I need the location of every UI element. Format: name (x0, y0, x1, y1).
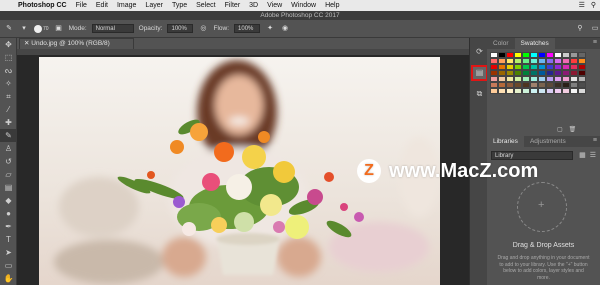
watermark-text: www.MacZ.com (389, 159, 539, 182)
eyedropper-tool-icon[interactable]: ⁄ (0, 103, 17, 116)
path-selection-tool-icon[interactable]: ➤ (0, 246, 17, 259)
brush-size-label: 70 (43, 25, 49, 32)
swatch[interactable] (570, 88, 578, 94)
quick-select-tool-icon[interactable]: ✧ (0, 77, 17, 90)
menu-file[interactable]: File (76, 2, 87, 9)
brush-tool-icon[interactable]: ✎ (4, 24, 14, 34)
menu-select[interactable]: Select (196, 2, 215, 9)
new-swatch-icon[interactable]: ▢ (557, 126, 563, 133)
swatches-panel-tabs: Color Swatches (487, 38, 600, 49)
workspace-icon[interactable]: ▭ (590, 24, 600, 34)
panel-menu-icon[interactable]: ≡ (593, 39, 597, 46)
grid-view-icon[interactable]: ▦ (579, 151, 586, 159)
brush-preset-picker[interactable]: 70 (34, 24, 49, 33)
swatch[interactable] (554, 88, 562, 94)
menu-filter[interactable]: Filter (225, 2, 241, 9)
swatch[interactable] (538, 88, 546, 94)
tab-libraries[interactable]: Libraries (487, 136, 524, 147)
menu-app[interactable]: Photoshop CC (18, 2, 67, 9)
brush-tool-icon[interactable]: ✎ (0, 129, 17, 142)
swatch[interactable] (490, 88, 498, 94)
menu-layer[interactable]: Layer (145, 2, 163, 9)
history-panel-icon[interactable]: ⟳ (473, 46, 486, 58)
type-tool-icon[interactable]: T (0, 233, 17, 246)
swatch[interactable] (530, 88, 538, 94)
menu-3d[interactable]: 3D (249, 2, 258, 9)
menubar-status: ☰ ⚲ (579, 1, 596, 9)
swatch[interactable] (546, 88, 554, 94)
drop-zone-description: Drag and drop anything in your document … (497, 255, 590, 281)
swatch[interactable] (578, 88, 586, 94)
hand-tool-icon[interactable]: ✋ (0, 272, 17, 285)
swatch[interactable] (498, 88, 506, 94)
menu-help[interactable]: Help (325, 2, 339, 9)
menu-extra-icon[interactable]: ☰ (579, 1, 585, 9)
mode-select[interactable]: Normal (91, 24, 134, 33)
swatch[interactable] (522, 88, 530, 94)
search-icon[interactable]: ⚲ (575, 24, 585, 34)
brush-settings-icon[interactable]: ▣ (54, 24, 64, 34)
options-bar: ✎ ▾ 70 ▣ Mode: Normal Opacity: 100% ◎ Fl… (0, 20, 600, 38)
brush-preview-icon (34, 24, 42, 33)
shape-tool-icon[interactable]: ▭ (0, 259, 17, 272)
tab-adjustments[interactable]: Adjustments (524, 136, 572, 147)
history-brush-tool-icon[interactable]: ↺ (0, 155, 17, 168)
watermark: Z www.MacZ.com (357, 159, 538, 183)
chevron-down-icon[interactable]: ▾ (19, 24, 29, 34)
swatch-grid (490, 52, 586, 94)
document-tab-label: Undo.jpg @ 100% (RGB/8) (31, 40, 110, 47)
mode-label: Mode: (68, 25, 87, 32)
opacity-label: Opacity: (138, 25, 163, 32)
tab-color[interactable]: Color (487, 38, 515, 49)
swatch[interactable] (562, 88, 570, 94)
library-tools: ▦ ☰ (579, 151, 596, 159)
menu-type[interactable]: Type (172, 2, 187, 9)
swatches-panel: Color Swatches ≡ ▢ 🗑 (487, 38, 600, 135)
menu-edit[interactable]: Edit (96, 2, 108, 9)
menu-image[interactable]: Image (117, 2, 136, 9)
swatches-footer: ▢ 🗑 (557, 126, 576, 133)
flow-field[interactable]: 100% (234, 24, 261, 33)
gradient-tool-icon[interactable]: ▤ (0, 181, 17, 194)
panel-menu-icon[interactable]: ≡ (593, 137, 597, 144)
swatch[interactable] (514, 88, 522, 94)
spotlight-icon[interactable]: ⚲ (591, 1, 596, 9)
list-view-icon[interactable]: ☰ (590, 151, 596, 159)
mac-menubar: Photoshop CC File Edit Image Layer Type … (0, 0, 600, 11)
properties-panel-icon[interactable]: ▤ (471, 65, 488, 81)
trash-icon[interactable]: 🗑 (569, 126, 577, 133)
eraser-tool-icon[interactable]: ▱ (0, 168, 17, 181)
document-tab[interactable]: ✕ Undo.jpg @ 100% (RGB/8) (19, 38, 134, 49)
menu-view[interactable]: View (267, 2, 282, 9)
tools-panel: ✥ ⬚ ᔓ ✧ ⌗ ⁄ ✚ ✎ ♙ ↺ ▱ ▤ ◆ ● ✒ T ➤ ▭ ✋ (0, 38, 17, 285)
macz-logo-letter: Z (364, 162, 374, 179)
menu-window[interactable]: Window (291, 2, 316, 9)
swatch[interactable] (506, 88, 514, 94)
marquee-tool-icon[interactable]: ⬚ (0, 51, 17, 64)
healing-tool-icon[interactable]: ✚ (0, 116, 17, 129)
dodge-tool-icon[interactable]: ● (0, 207, 17, 220)
window-title: Adobe Photoshop CC 2017 (0, 11, 600, 20)
crop-tool-icon[interactable]: ⌗ (0, 90, 17, 103)
opacity-field[interactable]: 100% (167, 24, 194, 33)
pressure-opacity-icon[interactable]: ◎ (198, 24, 208, 34)
drop-zone-title: Drag & Drop Assets (512, 242, 575, 249)
blur-tool-icon[interactable]: ◆ (0, 194, 17, 207)
macz-logo-icon: Z (357, 159, 381, 183)
lasso-tool-icon[interactable]: ᔓ (0, 64, 17, 77)
add-asset-icon[interactable]: + (538, 199, 544, 211)
move-tool-icon[interactable]: ✥ (0, 38, 17, 51)
pressure-size-icon[interactable]: ◉ (280, 24, 290, 34)
pen-tool-icon[interactable]: ✒ (0, 220, 17, 233)
tab-swatches[interactable]: Swatches (514, 38, 555, 49)
flow-label: Flow: (213, 25, 230, 32)
airbrush-icon[interactable]: ✦ (265, 24, 275, 34)
libraries-panel-tabs: Libraries Adjustments (487, 136, 600, 147)
paths-panel-icon[interactable]: ⧉ (473, 88, 486, 100)
clone-stamp-tool-icon[interactable]: ♙ (0, 142, 17, 155)
